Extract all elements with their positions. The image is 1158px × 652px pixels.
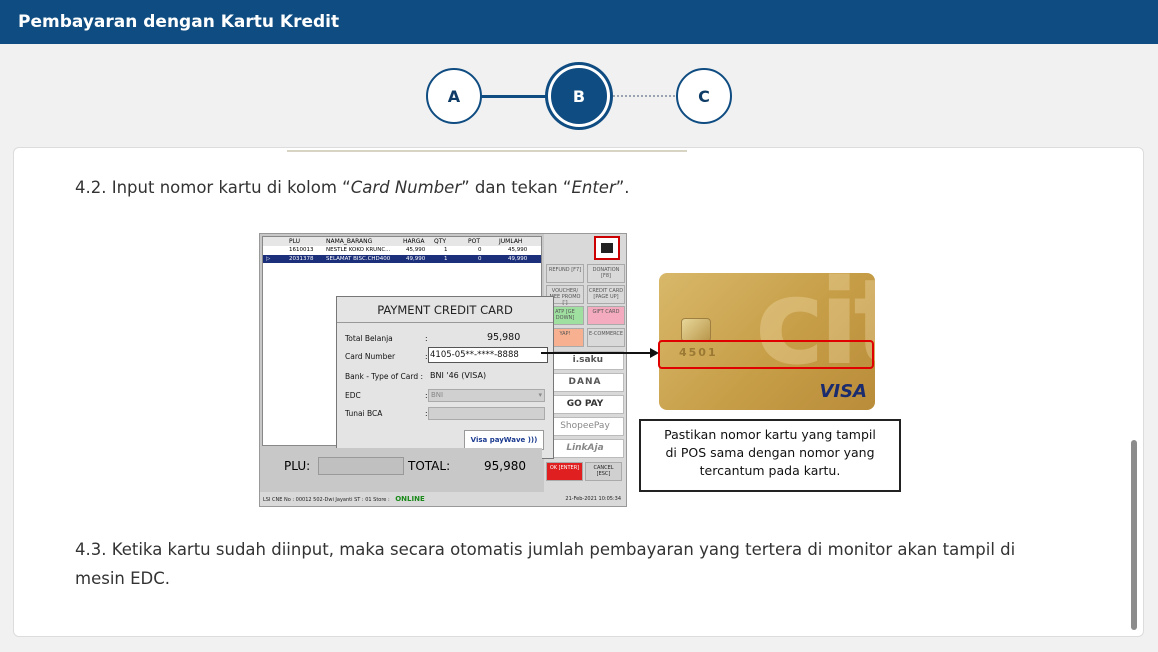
dana-button[interactable]: DANA: [546, 373, 624, 392]
status-date: 21-Feb-2021 10:05:34: [565, 496, 621, 502]
colon: :: [425, 334, 428, 343]
pos-table-header: PLU NAMA_BARANG HARGA QTY POT JUMLAH: [263, 237, 541, 246]
row-pointer-icon: ▷: [266, 256, 271, 262]
total-belanja-value: 95,980: [487, 332, 521, 343]
gift-card-button[interactable]: GIFT CARD: [587, 306, 625, 325]
instruction-4-3-line-2: mesin EDC.: [75, 569, 171, 588]
callout-line-3: tercantum pada kartu.: [699, 463, 841, 478]
instruction-4-3: 4.3. Ketika kartu sudah diinput, maka se…: [75, 535, 1115, 593]
cell: 49,990: [406, 256, 426, 262]
instruction-4-2-suffix: ”.: [615, 178, 630, 197]
card-number-input[interactable]: 4105-05**-****-8888: [428, 347, 548, 363]
chip-icon: [681, 318, 711, 342]
dialog-title: PAYMENT CREDIT CARD: [337, 297, 553, 323]
col-qty: QTY: [434, 238, 447, 245]
page-header: Pembayaran dengan Kartu Kredit: [0, 0, 1158, 44]
step-connector-bc: [610, 95, 678, 97]
store-logo-icon: [594, 236, 620, 260]
step-connector-ab: [480, 95, 558, 98]
card-number-label: Card Number: [345, 352, 396, 361]
col-pot: POT: [468, 238, 481, 245]
gopay-button[interactable]: GO PAY: [546, 395, 624, 414]
step-c-button[interactable]: C: [676, 68, 732, 124]
step-a-button[interactable]: A: [426, 68, 482, 124]
step-b-label: B: [572, 86, 586, 106]
pointer-arrow: [541, 352, 654, 354]
ecommerce-button[interactable]: E-COMMERCE: [587, 328, 625, 347]
chevron-down-icon: ▾: [538, 391, 542, 399]
plu-label: PLU:: [284, 459, 311, 473]
col-harga: HARGA: [403, 238, 425, 245]
bank-type-value: BNI '46 (VISA): [430, 371, 487, 380]
step-c-label: C: [698, 86, 710, 106]
edc-select-value: BNI: [431, 391, 444, 399]
contactless-icon: ))): [527, 436, 538, 444]
col-nama: NAMA_BARANG: [326, 238, 373, 245]
cell: SELAMAT BISC.CHD400: [326, 256, 391, 262]
cell: 2031378: [289, 256, 314, 262]
total-value: 95,980: [484, 459, 526, 473]
bank-type-label: Bank - Type of Card :: [345, 372, 423, 381]
status-online: ONLINE: [395, 495, 425, 503]
visa-paywave-button[interactable]: Visa payWave ))): [464, 430, 544, 450]
cancel-esc-button[interactable]: CANCEL [ESC]: [585, 462, 622, 481]
ok-enter-button[interactable]: OK [ENTER]: [546, 462, 583, 481]
instruction-4-3-line-1: 4.3. Ketika kartu sudah diinput, maka se…: [75, 540, 1016, 559]
table-row[interactable]: ▷ 2031378 SELAMAT BISC.CHD400 49,990 1 0…: [263, 255, 541, 263]
instruction-4-2-mid: ” dan tekan “: [461, 178, 572, 197]
callout-line-1: Pastikan nomor kartu yang tampil: [664, 427, 876, 442]
table-row[interactable]: 1610013 NESTLE KOKO KRUNC... 45,990 1 0 …: [263, 246, 541, 254]
tunai-bca-label: Tunai BCA: [345, 409, 383, 418]
status-info: LSI CNE No : 00012 502-Dwi Jayanti ST : …: [263, 497, 390, 503]
pos-totals-bar: PLU: TOTAL: 95,980: [262, 448, 542, 484]
payment-credit-card-dialog: PAYMENT CREDIT CARD Total Belanja : 95,9…: [336, 296, 554, 459]
card-number-highlight: [658, 340, 874, 369]
total-label: TOTAL:: [408, 459, 451, 473]
cell: 1: [444, 256, 448, 262]
col-plu: PLU: [289, 238, 301, 245]
total-belanja-label: Total Belanja: [345, 334, 393, 343]
instruction-4-2-card-number: Card Number: [350, 178, 462, 197]
instruction-4-2-enter: Enter: [571, 178, 616, 197]
callout-note: Pastikan nomor kartu yang tampil di POS …: [639, 419, 901, 492]
refund-button[interactable]: REFUND [F7]: [546, 264, 584, 283]
pos-status-bar: LSI CNE No : 00012 502-Dwi Jayanti ST : …: [260, 492, 626, 506]
cell: 45,990: [406, 247, 426, 253]
step-b-button[interactable]: B: [551, 68, 607, 124]
edc-select[interactable]: BNI ▾: [428, 389, 545, 402]
credit-card-button[interactable]: CREDIT CARD [PAGE UP]: [587, 285, 625, 304]
cell: 49,990: [508, 256, 528, 262]
step-a-label: A: [447, 86, 461, 106]
instruction-4-2: 4.2. Input nomor kartu di kolom “Card Nu…: [75, 178, 630, 197]
paywave-label: Visa payWave: [470, 436, 526, 444]
shopeepay-button[interactable]: ShopeePay: [546, 417, 624, 436]
stepper: A B C: [0, 44, 1158, 148]
donation-button[interactable]: DONATION [F8]: [587, 264, 625, 283]
linkaja-button[interactable]: LinkAja: [546, 439, 624, 458]
cell: NESTLE KOKO KRUNC...: [326, 247, 391, 253]
edc-label: EDC: [345, 391, 361, 400]
tunai-bca-input[interactable]: [428, 407, 545, 420]
page-title: Pembayaran dengan Kartu Kredit: [18, 12, 340, 32]
scrollbar[interactable]: [1131, 440, 1137, 630]
col-jumlah: JUMLAH: [499, 238, 523, 245]
plu-input[interactable]: [318, 457, 404, 475]
callout-line-2: di POS sama dengan nomor yang: [665, 445, 875, 460]
divider: [287, 150, 687, 152]
cell: 0: [478, 256, 482, 262]
cell: 45,990: [508, 247, 528, 253]
cell: 0: [478, 247, 482, 253]
pos-screenshot: PLU NAMA_BARANG HARGA QTY POT JUMLAH 161…: [259, 233, 627, 507]
cell: 1610013: [289, 247, 314, 253]
visa-logo: VISA: [819, 381, 867, 402]
cell: 1: [444, 247, 448, 253]
instruction-4-2-prefix: 4.2. Input nomor kartu di kolom “: [75, 178, 351, 197]
